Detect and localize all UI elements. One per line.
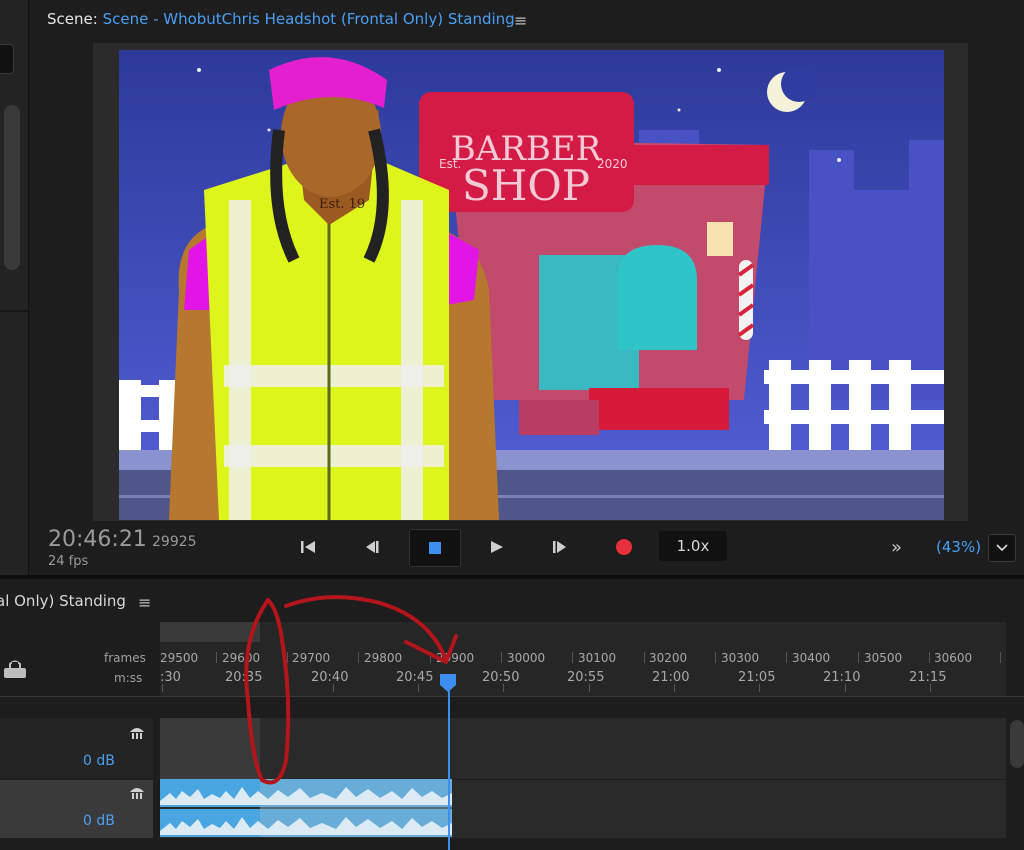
more-controls-icon[interactable]: » [891,537,902,558]
tick [247,684,248,692]
frame-rate: 24 fps [48,554,89,569]
track-lane-1-range [160,718,260,779]
time-tick-label: 21:15 [909,670,947,685]
skip-start-icon [301,541,315,553]
tick [929,652,930,663]
time-tick-label: 20:50 [482,670,520,685]
panel-separator[interactable] [0,575,1024,579]
track-1-mixer-icon[interactable] [128,724,146,744]
tick [644,652,645,663]
track-2-mixer-icon[interactable] [128,784,146,804]
playhead-line [448,690,450,850]
timeline-menu-icon[interactable]: ≡ [138,593,151,612]
tick [287,652,288,663]
tick [786,652,787,663]
frame-tick-label: 29800 [364,651,403,665]
left-panel-field[interactable] [0,44,14,74]
step-back-button[interactable] [350,530,394,564]
time-tick-label: 20:45 [396,670,434,685]
frame-tick-label: 30200 [649,651,688,665]
tick [1000,652,1001,663]
track-lane-1[interactable] [160,718,1006,779]
zoom-dropdown-button[interactable] [988,534,1016,562]
tick [930,684,931,692]
frame-tick-label: 29500 [160,651,199,665]
scene-prefix: Scene: [47,10,98,28]
time-tick-label: 20:35 [225,670,263,685]
timeline-title: al Only) Standing [0,592,126,610]
tick [845,684,846,692]
track-lock-icon[interactable] [2,660,28,684]
frames-label: frames [104,651,146,665]
playhead-handle[interactable] [440,674,456,692]
step-forward-button[interactable] [538,530,582,564]
audio-waveform [160,779,452,837]
playhead-marker-icon [440,674,456,692]
frame-tick-label: 30500 [864,651,903,665]
scene-name-link[interactable]: Scene - WhobutChris Headshot (Frontal On… [103,10,515,28]
scene-menu-icon[interactable]: ≡ [514,11,527,30]
step-back-icon [366,541,379,553]
tick [759,684,760,692]
tick [216,652,217,663]
tick [674,684,675,692]
left-panel-strip [0,0,29,575]
playback-speed[interactable]: 1.0x [659,531,727,561]
tick [358,652,359,663]
go-to-start-button[interactable] [286,530,330,564]
frame-tick-label: 30100 [578,651,617,665]
current-timecode: 20:46:21 [48,527,147,552]
current-frame: 29925 [152,534,197,550]
left-panel-divider [0,310,28,312]
record-icon [616,539,632,555]
left-panel-scrollbar[interactable] [4,105,20,270]
tick [333,684,334,692]
character-tattoo: Est. 19 [319,197,365,212]
stop-button[interactable] [409,529,461,567]
ruler-divider [0,696,1024,697]
time-tick-label: :30 [160,670,181,685]
step-forward-icon [553,541,566,553]
zoom-level[interactable]: (43%) [936,538,981,556]
track-1-volume[interactable]: 0 dB [83,753,115,769]
frame-tick-label: 30300 [721,651,760,665]
next-track-row [0,840,1024,849]
track-2-volume[interactable]: 0 dB [83,813,115,829]
frame-tick-label: 30600 [934,651,973,665]
sign-shop: SHOP [462,161,590,210]
time-tick-label: 21:05 [738,670,776,685]
timeline-vertical-scrollbar[interactable] [1010,720,1024,768]
time-tick-label: 20:40 [311,670,349,685]
chevron-down-icon [996,544,1008,552]
tick [858,652,859,663]
scene-title: Scene: Scene - WhobutChris Headshot (Fro… [47,10,515,28]
tick [162,684,163,692]
scene-illustration: BARBER SHOP Est. 2020 Est. 19 [119,50,944,520]
tick [501,652,502,663]
time-tick-label: 21:10 [823,670,861,685]
scene-canvas[interactable]: BARBER SHOP Est. 2020 Est. 19 [119,50,944,520]
frame-tick-label: 29900 [436,651,475,665]
time-tick-label: 20:55 [567,670,605,685]
tick [418,684,419,692]
play-button[interactable] [474,530,518,564]
tick [589,684,590,692]
time-tick-label: 21:00 [652,670,690,685]
tick [430,652,431,663]
record-button[interactable] [602,530,646,564]
tick [715,652,716,663]
frame-tick-label: 29600 [222,651,261,665]
audio-clip[interactable] [160,779,452,837]
stop-icon [429,542,441,554]
tick [572,652,573,663]
sign-year: 2020 [597,157,628,171]
sign-est: Est. [439,157,461,171]
ruler-selection [160,622,260,642]
frame-tick-label: 30400 [792,651,831,665]
tick [503,684,504,692]
frame-tick-label: 29700 [292,651,331,665]
frame-tick-label: 30000 [507,651,546,665]
play-icon [491,541,503,553]
mss-label: m:ss [114,671,143,685]
